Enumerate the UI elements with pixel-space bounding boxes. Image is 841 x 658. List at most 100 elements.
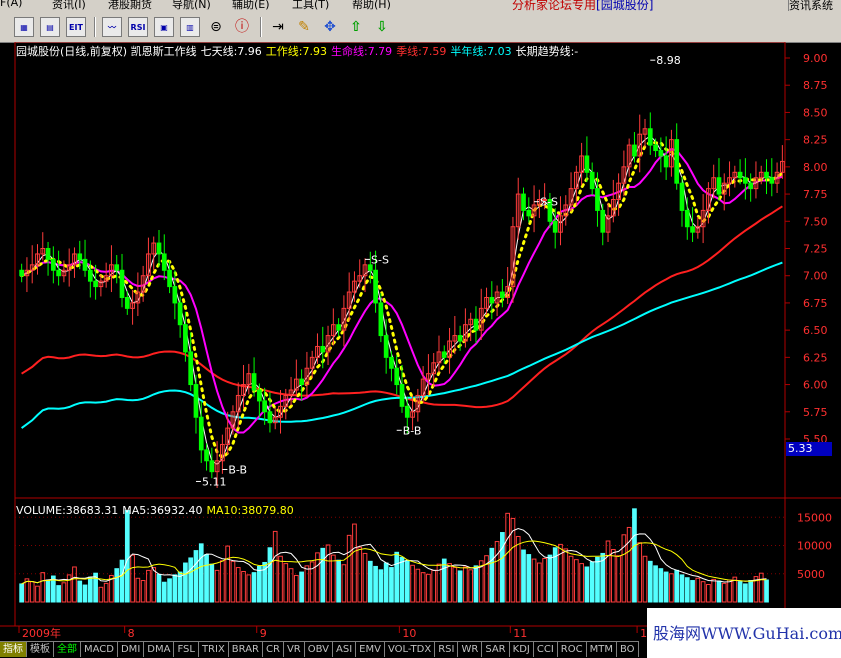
arrow-up-icon[interactable]: ⇧ <box>346 17 366 37</box>
rsi-icon[interactable]: RSI <box>128 17 148 37</box>
tab-vr[interactable]: VR <box>283 641 305 657</box>
volume-bar <box>19 583 24 603</box>
volume-bar <box>573 559 579 603</box>
tab-emv[interactable]: EMV <box>356 641 385 657</box>
trend-chart-icon[interactable]: 〰 <box>102 17 122 37</box>
legend-item: 季线:7.59 <box>396 45 447 58</box>
volume-bar <box>29 581 35 603</box>
tab-mtm[interactable]: MTM <box>586 641 617 657</box>
candle-body <box>658 150 664 157</box>
copy-icon[interactable]: ▤ <box>40 17 60 37</box>
tab-kdj[interactable]: KDJ <box>509 641 534 657</box>
move-icon[interactable]: ✥ <box>320 17 340 37</box>
volume-bar <box>505 512 511 603</box>
tab-模板[interactable]: 模板 <box>27 641 54 657</box>
price-tick-label: 5.75 <box>803 406 828 419</box>
candle-body <box>56 269 61 277</box>
volume-bar <box>251 572 257 603</box>
volume-bar <box>135 577 141 603</box>
tab-roc[interactable]: ROC <box>557 641 587 657</box>
candle-body <box>119 269 125 298</box>
menu-item-4[interactable]: 辅助(E) <box>232 0 270 11</box>
tab-dma[interactable]: DMA <box>144 641 175 657</box>
price-tick-label: 8.75 <box>803 79 828 92</box>
volume-bar <box>468 569 474 603</box>
tab-macd[interactable]: MACD <box>81 641 118 657</box>
volume-bar <box>278 555 283 603</box>
volume-bar <box>595 556 600 603</box>
volume-bar <box>172 574 178 603</box>
volume-bar <box>663 571 669 603</box>
menu-item-5[interactable]: 工具(T) <box>292 0 329 11</box>
info-system-button[interactable]: 资讯系统 <box>788 0 841 11</box>
candle-body <box>526 209 532 217</box>
menu-item-2[interactable]: 港股期货 <box>108 0 152 11</box>
tab-dmi[interactable]: DMI <box>117 641 145 657</box>
tab-wr[interactable]: WR <box>458 641 483 657</box>
volume-bar <box>690 580 695 603</box>
tab-trix[interactable]: TRIX <box>198 641 229 657</box>
tab-指标[interactable]: 指标 <box>0 641 27 657</box>
tab-fsl[interactable]: FSL <box>174 641 199 657</box>
volume-bar <box>647 560 653 603</box>
volume-bar <box>140 580 146 603</box>
volume-bar <box>711 578 717 603</box>
annotation-label: 8.98 <box>656 54 681 67</box>
price-tick-label: 7.75 <box>803 188 828 201</box>
tab-bo[interactable]: BO <box>616 641 639 657</box>
filter-icon[interactable]: ⊜ <box>206 17 226 37</box>
candle-body <box>267 411 273 424</box>
volume-bar <box>378 569 384 603</box>
tab-brar[interactable]: BRAR <box>228 641 263 657</box>
volume-bar <box>426 573 431 603</box>
volume-bar <box>526 554 532 603</box>
candle-body <box>748 182 754 190</box>
volume-bar <box>431 569 437 603</box>
arrow-down-icon[interactable]: ⇩ <box>372 17 392 37</box>
tab-sar[interactable]: SAR <box>482 641 510 657</box>
candle-body <box>251 373 257 391</box>
menu-item-6[interactable]: 帮助(H) <box>352 0 391 11</box>
tab-cci[interactable]: CCI <box>533 641 558 657</box>
volume-bar <box>114 568 120 603</box>
volume-bar <box>679 574 685 603</box>
price-tick-label: 6.25 <box>803 351 828 364</box>
legend-item: 七天线:7.96 <box>200 45 262 58</box>
pen-icon[interactable]: ✎ <box>294 17 314 37</box>
volume-bar <box>293 574 299 603</box>
eit-icon[interactable]: EIT <box>66 17 86 37</box>
tab-vol-tdx[interactable]: VOL-TDX <box>384 641 436 657</box>
tab-obv[interactable]: OBV <box>304 641 333 657</box>
legend-item: 生命线:7.79 <box>330 45 393 58</box>
info-icon[interactable]: ⓘ <box>232 17 252 37</box>
tab-cr[interactable]: CR <box>263 641 284 657</box>
grid-icon[interactable]: ▦ <box>14 17 34 37</box>
toolbar: ▦ ▤ EIT 〰 RSI ▣ ▥ ⊜ ⓘ ⇥ ✎ ✥ ⇧ ⇩ <box>0 11 841 43</box>
volume-bar <box>452 567 458 603</box>
candle-body <box>124 296 130 309</box>
export-icon[interactable]: ⇥ <box>268 17 288 37</box>
legend-item: 半年线:7.03 <box>450 45 512 58</box>
window-icon[interactable]: ▣ <box>154 17 174 37</box>
table-icon[interactable]: ▥ <box>180 17 200 37</box>
volume-bar <box>515 535 521 603</box>
tab-asi[interactable]: ASI <box>333 641 357 657</box>
tab-全部[interactable]: 全部 <box>54 641 81 657</box>
volume-bar <box>352 523 357 603</box>
legend-item: 园城股份(日线,前复权) 凯恩斯工作线 <box>16 45 197 58</box>
volume-bar <box>500 532 505 603</box>
candle-body <box>595 188 600 211</box>
tab-rsi[interactable]: RSI <box>435 641 459 657</box>
volume-bar <box>204 554 209 603</box>
menu-item-0[interactable]: F(A) <box>0 0 22 9</box>
menu-item-1[interactable]: 资讯(I) <box>52 0 86 11</box>
candle-body <box>193 384 199 418</box>
candle-body <box>156 242 162 255</box>
xaxis-tick-label: 11 <box>513 627 527 640</box>
toolbar-separator <box>94 17 96 37</box>
menu-item-3[interactable]: 导航(N) <box>172 0 211 11</box>
candle-body <box>584 155 590 173</box>
candle-body <box>600 209 606 233</box>
volume-bar <box>605 540 611 603</box>
volume-bar <box>272 530 278 603</box>
